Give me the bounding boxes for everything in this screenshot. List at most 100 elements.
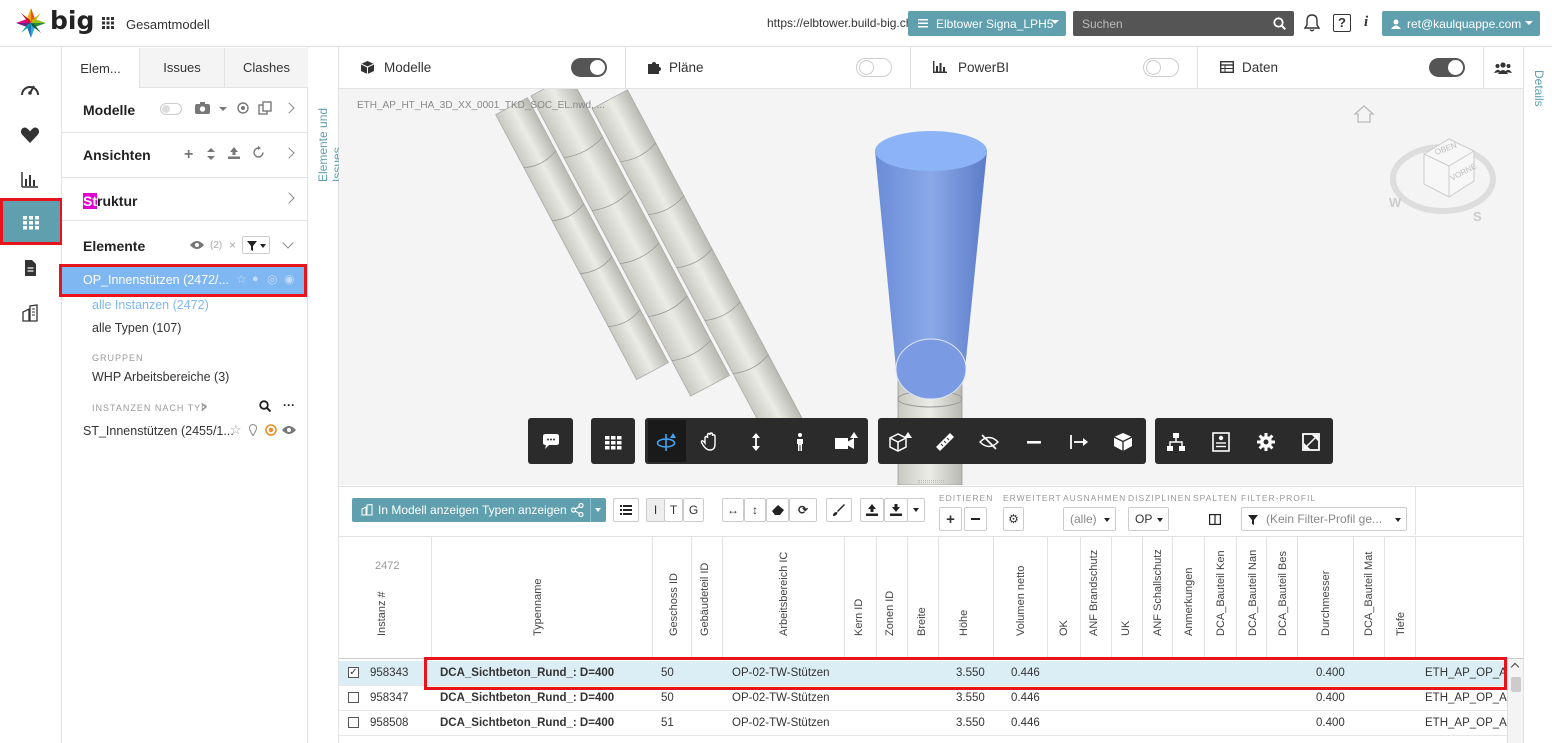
column-divider[interactable]	[1384, 536, 1385, 659]
elements-issues-toggle[interactable]: Elemente und Issues	[316, 70, 344, 182]
row-checkbox[interactable]	[348, 717, 359, 728]
filter-profile-select[interactable]: (Kein Filter-Profil ge...	[1241, 507, 1407, 531]
column-divider[interactable]	[1415, 536, 1416, 659]
heart-icon[interactable]	[20, 126, 40, 144]
scroll-thumb[interactable]	[1511, 677, 1521, 692]
show-in-model-button[interactable]: In Modell anzeigen Typen anzeigen	[352, 498, 606, 522]
plus-icon[interactable]: +	[184, 146, 193, 164]
column-header[interactable]: Breite	[916, 540, 928, 636]
column-divider[interactable]	[722, 536, 723, 659]
column-divider[interactable]	[1111, 536, 1112, 659]
ruler-icon[interactable]	[935, 432, 955, 452]
project-selector[interactable]: Elbtower Signa_LPH5	[908, 11, 1066, 36]
copy-icon[interactable]	[258, 101, 272, 115]
filter-dropdown[interactable]	[242, 236, 270, 254]
brush-button[interactable]	[826, 498, 852, 522]
list-item-all-instances[interactable]: alle Instanzen (2472)	[92, 298, 209, 312]
tab-clashes[interactable]: Clashes	[225, 48, 308, 88]
row-checkbox[interactable]	[348, 692, 359, 703]
gear-icon[interactable]	[1256, 432, 1276, 452]
column-divider[interactable]	[844, 536, 845, 659]
extended-settings-button[interactable]: ⚙	[1003, 507, 1024, 531]
toggle-modelle[interactable]	[571, 58, 607, 77]
section-box-icon[interactable]	[888, 432, 914, 452]
column-header[interactable]: ANF Brandschutz	[1088, 540, 1100, 636]
exceptions-select[interactable]: (alle)	[1063, 507, 1116, 531]
camera-video-icon[interactable]	[834, 432, 860, 452]
more-icon[interactable]: ···	[283, 398, 295, 412]
column-header[interactable]: Typenname	[532, 540, 544, 636]
column-header[interactable]: OK	[1058, 540, 1070, 636]
properties-icon[interactable]	[1211, 432, 1231, 452]
fit-height-button[interactable]: ↕	[744, 498, 766, 522]
star-icon[interactable]: ☆	[230, 422, 242, 438]
column-divider[interactable]	[431, 536, 432, 659]
search-input[interactable]: Suchen	[1073, 11, 1294, 36]
help-icon[interactable]: ?	[1333, 14, 1351, 32]
hide-icon[interactable]	[979, 432, 999, 452]
pin-icon[interactable]: ●	[252, 273, 259, 285]
users-icon[interactable]	[1494, 62, 1512, 74]
comment-icon[interactable]	[541, 432, 561, 452]
column-header[interactable]: Zonen ID	[884, 540, 896, 636]
column-divider[interactable]	[907, 536, 908, 659]
upload-icon[interactable]	[228, 147, 240, 159]
column-divider[interactable]	[1297, 536, 1298, 659]
column-divider[interactable]	[993, 536, 994, 659]
star-icon[interactable]: ☆	[236, 272, 247, 286]
import-button[interactable]	[884, 498, 908, 522]
big-logo[interactable]	[14, 6, 48, 40]
column-header[interactable]: Anmerkungen	[1183, 540, 1195, 637]
toggle-plaene[interactable]	[856, 58, 892, 77]
column-divider[interactable]	[1204, 536, 1205, 659]
minus-icon[interactable]	[1024, 432, 1044, 452]
chart-icon[interactable]	[20, 171, 40, 189]
column-divider[interactable]	[1047, 536, 1048, 659]
column-header[interactable]: DCA_Bauteil Bes	[1277, 540, 1289, 636]
list-item-all-types[interactable]: alle Typen (107)	[92, 321, 181, 335]
column-divider[interactable]	[1353, 536, 1354, 659]
discipline-select[interactable]: OP	[1128, 507, 1169, 531]
search-icon[interactable]	[259, 400, 271, 412]
target-icon[interactable]: ◎	[267, 272, 277, 286]
column-divider[interactable]	[876, 536, 877, 659]
column-divider[interactable]	[1172, 536, 1173, 659]
column-header[interactable]: DCA_Bauteil Nan	[1247, 540, 1259, 636]
column-divider[interactable]	[1080, 536, 1081, 659]
dashboard-icon[interactable]	[20, 80, 40, 98]
column-divider[interactable]	[1236, 536, 1237, 659]
orbit-icon[interactable]	[656, 432, 676, 452]
table-scrollbar[interactable]	[1507, 659, 1523, 743]
target-icon[interactable]	[265, 424, 277, 436]
column-header[interactable]: Instanz #	[376, 540, 388, 636]
table-row[interactable]: 958347 DCA_Sichtbeton_Rund_: D=400 50 OP-02…	[339, 686, 1515, 711]
selected-element-set[interactable]: OP_Innenstützen (2472/... ☆ ● ◎ ◉	[59, 264, 307, 297]
toggle-powerbi[interactable]	[1143, 58, 1179, 77]
add-row-button[interactable]: +	[939, 507, 962, 531]
model-cube-icon[interactable]	[1113, 432, 1133, 452]
hierarchy-icon[interactable]	[1166, 432, 1186, 452]
column-divider[interactable]	[938, 536, 939, 659]
scroll-up-icon[interactable]	[1510, 662, 1520, 672]
column-header[interactable]: Volumen netto	[1015, 540, 1027, 636]
document-icon[interactable]	[20, 259, 40, 277]
column-header[interactable]: Höhe	[958, 540, 970, 636]
list-item-instance-type[interactable]: ST_Innenstützen (2455/1...	[83, 424, 234, 438]
brand-name[interactable]: big	[50, 6, 94, 35]
column-header[interactable]: Geschoss ID	[668, 540, 680, 636]
details-toggle[interactable]: Details	[1532, 70, 1546, 110]
target-icon[interactable]	[237, 102, 249, 114]
column-divider[interactable]	[691, 536, 692, 659]
import-dropdown[interactable]	[907, 498, 925, 522]
column-header[interactable]: ANF Schallschutz	[1152, 540, 1164, 636]
caret-down-icon[interactable]	[595, 508, 601, 512]
camera-icon[interactable]	[195, 102, 210, 114]
column-header[interactable]: DCA_Bauteil Ken	[1215, 540, 1227, 636]
share-icon[interactable]	[571, 503, 584, 517]
column-header[interactable]: Arbeitsbereich IC	[778, 540, 790, 636]
mode-i-button[interactable]: I	[646, 498, 665, 522]
table-row[interactable]: 958508 DCA_Sichtbeton_Rund_: D=400 51 OP-02…	[339, 711, 1515, 736]
search-icon[interactable]	[1273, 17, 1286, 30]
fit-width-button[interactable]: ↔	[722, 498, 744, 522]
list-view-button[interactable]	[613, 498, 639, 522]
